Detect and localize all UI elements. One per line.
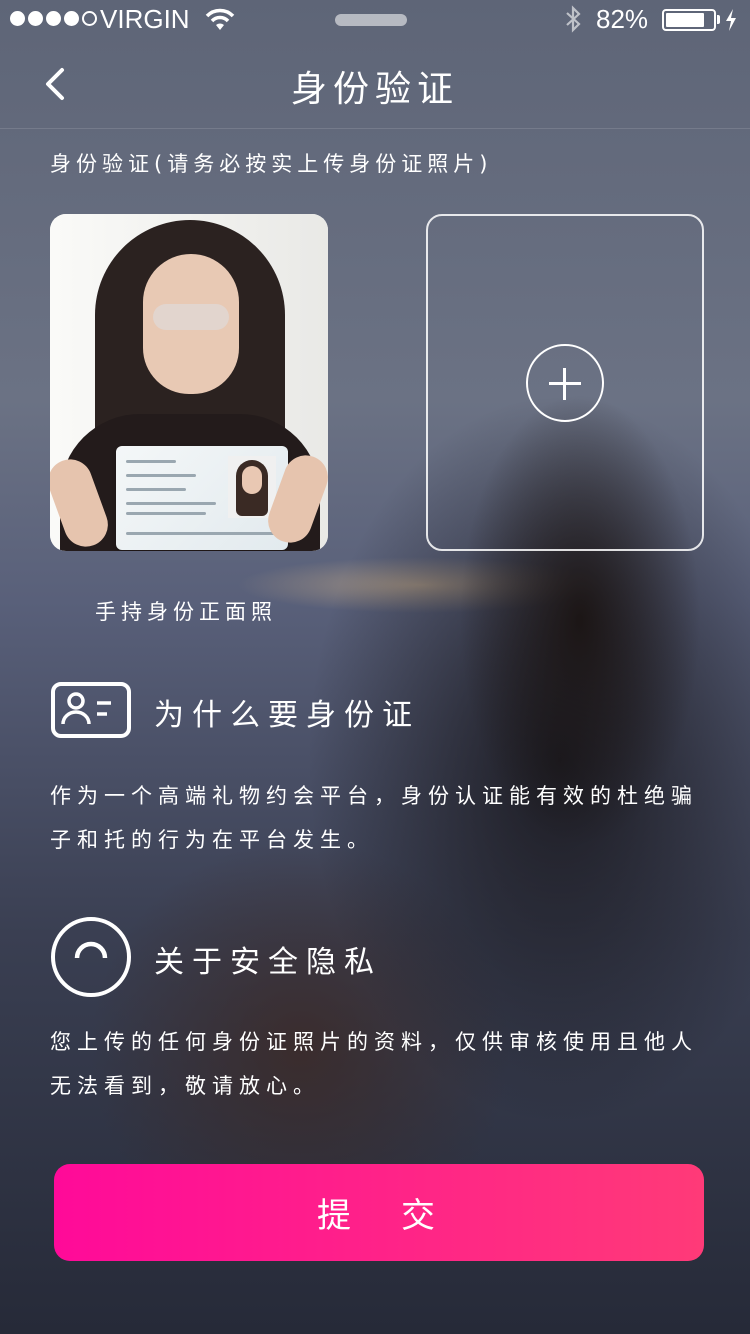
battery-icon bbox=[662, 9, 716, 31]
battery-tip bbox=[717, 15, 720, 24]
section-text-privacy: 您上传的任何身份证照片的资料，仅供审核使用且他人无法看到，敬请放心。 bbox=[50, 1030, 698, 1098]
upload-instruction: 身份验证(请务必按实上传身份证照片) bbox=[50, 152, 493, 176]
page-title: 身份验证 bbox=[290, 69, 459, 110]
example-caption: 手持身份正面照 bbox=[95, 600, 277, 624]
status-bar: VIRGIN 82% bbox=[0, 0, 750, 40]
section-text-why-id: 作为一个高端礼物约会平台，身份认证能有效的杜绝骗子和托的行为在平台发生。 bbox=[50, 784, 698, 852]
bluetooth-icon bbox=[566, 5, 581, 33]
example-id-photo bbox=[50, 214, 328, 551]
status-notch bbox=[335, 14, 407, 26]
id-card-icon bbox=[51, 682, 131, 738]
nav-bar: 身份验证 bbox=[0, 40, 750, 129]
section-title-why-id: 为什么要身份证 bbox=[154, 698, 420, 733]
signal-strength-icon bbox=[10, 11, 97, 26]
submit-button[interactable]: 提交 bbox=[54, 1164, 704, 1261]
privacy-icon bbox=[51, 917, 131, 997]
battery-percent: 82% bbox=[596, 4, 649, 34]
upload-id-photo-button[interactable] bbox=[426, 214, 704, 551]
section-title-privacy: 关于安全隐私 bbox=[154, 945, 382, 980]
wifi-icon bbox=[205, 8, 235, 30]
plus-circle-icon bbox=[526, 344, 604, 422]
carrier-name: VIRGIN bbox=[100, 4, 190, 34]
charging-icon bbox=[726, 9, 736, 31]
